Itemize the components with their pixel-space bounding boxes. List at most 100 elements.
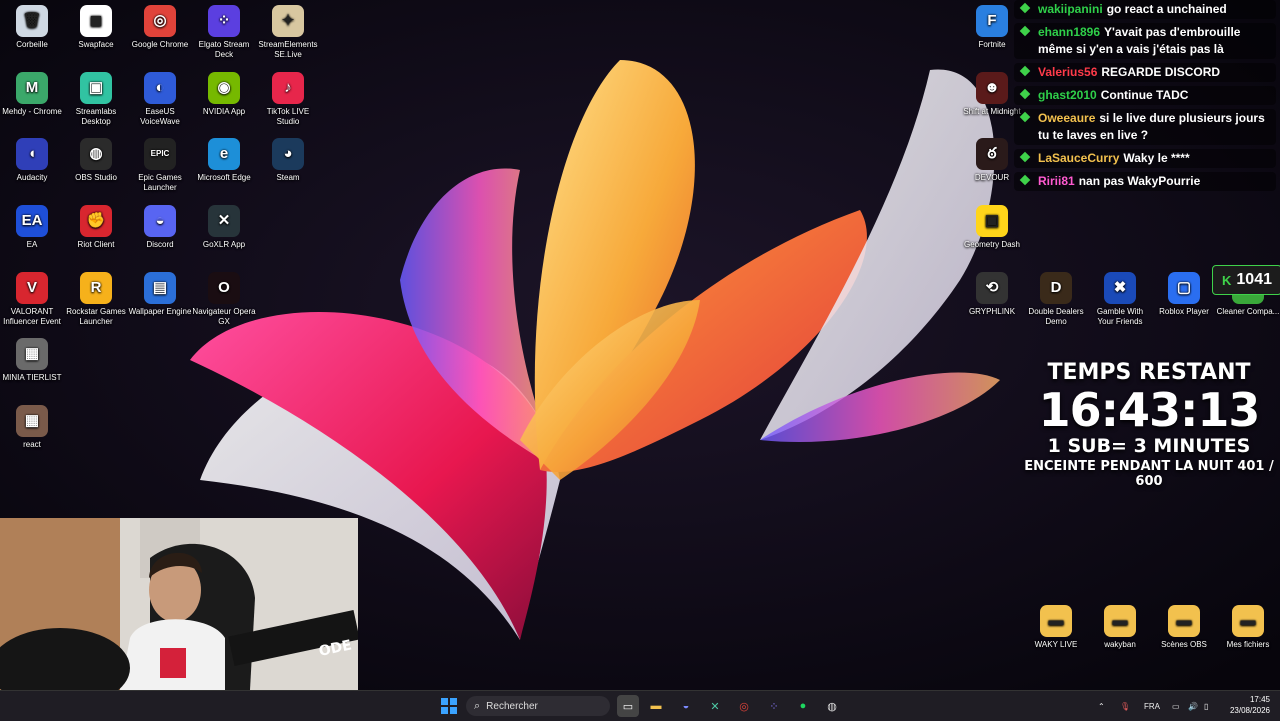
desktop-icon-corbeille[interactable]: 🗑 Corbeille [0, 5, 64, 50]
desktop-icon-label: Double Dealers Demo [1028, 307, 1084, 326]
desktop-icon-wakyban[interactable]: ▬ wakyban [1088, 605, 1152, 650]
chevron-up-icon: ⌃ [1098, 701, 1105, 711]
desktop-icon-label: Mes fichiers [1226, 640, 1270, 649]
taskbar-search[interactable]: ⌕ Rechercher [466, 696, 610, 716]
desktop-icon-mehdy-chrome[interactable]: M Mehdy - Chrome [0, 72, 64, 117]
desktop-icon-microsoft-edge[interactable]: e Microsoft Edge [192, 138, 256, 183]
stream-deck-taskbar-button[interactable]: ⁘ [763, 695, 785, 717]
language-indicator[interactable]: FRA [1144, 691, 1160, 721]
obs-taskbar-button[interactable]: ◍ [821, 695, 843, 717]
audacity-icon: ◖ [16, 138, 48, 170]
goxlr-icon: ✕ [208, 205, 240, 237]
goxlr-taskbar-button[interactable]: ✕ [704, 695, 726, 717]
sub-counter-value: 1041 [1236, 271, 1272, 288]
opera-gx-icon: O [208, 272, 240, 304]
recycle-bin-icon: 🗑 [16, 5, 48, 37]
start-button[interactable] [438, 695, 460, 717]
folder-icon: ▬ [650, 700, 662, 712]
desktop-icon-scenes-obs[interactable]: ▬ Scènes OBS [1152, 605, 1216, 650]
spotify-taskbar-button[interactable]: ● [792, 695, 814, 717]
task-view-icon: ▭ [622, 700, 634, 713]
desktop-icon-streamlabs-desktop[interactable]: ▣ Streamlabs Desktop [64, 72, 128, 127]
tray-overflow-button[interactable]: ⌃ [1098, 691, 1105, 721]
desktop-icon-elgato-stream-deck[interactable]: ⁘ Elgato Stream Deck [192, 5, 256, 60]
chat-username: Oweeaure [1038, 111, 1096, 125]
desktop-icon-label: Corbeille [16, 40, 48, 49]
desktop-icon-epic-games-launcher[interactable]: EPIC Epic Games Launcher [128, 138, 192, 193]
subathon-timer: TEMPS RESTANT 16:43:13 1 SUB= 3 MINUTES … [1018, 360, 1280, 489]
desktop-icon-navigateur-opera-gx[interactable]: O Navigateur Opera GX [192, 272, 256, 327]
desktop-icon-label: EaseUS VoiceWave [140, 107, 180, 126]
desktop-icon-label: Scènes OBS [1161, 640, 1207, 649]
folder-icon: ▬ [1232, 605, 1264, 637]
desktop-icon-steam[interactable]: ◕ Steam [256, 138, 320, 183]
network-tray[interactable]: ▭ [1172, 691, 1180, 721]
desktop-icon-geometry-dash[interactable]: ▣ Geometry Dash [960, 205, 1024, 250]
gryphlink-icon: ⟲ [976, 272, 1008, 304]
desktop-icon-gamble-with-your-friends[interactable]: ✖ Gamble With Your Friends [1088, 272, 1152, 327]
chat-badge-icon [1019, 111, 1031, 123]
desktop-icon-goxlr-app[interactable]: ✕ GoXLR App [192, 205, 256, 250]
game-icon: ☻ [976, 72, 1008, 104]
riot-icon: ✊ [80, 205, 112, 237]
task-view-button[interactable]: ▭ [617, 695, 639, 717]
search-icon: ⌕ [474, 699, 481, 712]
chat-badge-icon [1019, 88, 1031, 100]
search-placeholder: Rechercher [486, 700, 538, 712]
desktop-icon-double-dealers-demo[interactable]: D Double Dealers Demo [1024, 272, 1088, 327]
desktop-icon-gryphlink[interactable]: ⟲ GRYPHLINK [960, 272, 1024, 317]
desktop-icon-nvidia-app[interactable]: ◉ NVIDIA App [192, 72, 256, 117]
desktop-icon-easeus-voicewave[interactable]: ◐ EaseUS VoiceWave [128, 72, 192, 127]
desktop-icon-wallpaper-engine[interactable]: ▤ Wallpaper Engine [128, 272, 192, 317]
desktop-icon-tiktok-live-studio[interactable]: ♪ TikTok LIVE Studio [256, 72, 320, 127]
obs-icon: ◍ [827, 700, 837, 713]
desktop-icon-waky-live[interactable]: ▬ WAKY LIVE [1024, 605, 1088, 650]
desktop-icon-label: Swapface [78, 40, 114, 49]
volume-tray[interactable]: 🔊 [1188, 691, 1198, 721]
microphone-tray[interactable]: 🎙 [1120, 691, 1130, 721]
desktop-icon-label: WAKY LIVE [1034, 640, 1078, 649]
image-thumbnail-icon: ▦ [16, 338, 48, 370]
file-explorer-button[interactable]: ▬ [645, 695, 667, 717]
chrome-taskbar-button[interactable]: ◎ [733, 695, 755, 717]
discord-icon: ◒ [682, 700, 690, 712]
desktop-icon-discord[interactable]: ◒ Discord [128, 205, 192, 250]
chat-message: ehann1896 Y'avait pas d'embrouille même s… [1014, 23, 1276, 59]
desktop-icon-riot-client[interactable]: ✊ Riot Client [64, 205, 128, 250]
clock-date: 23/08/2026 [1229, 706, 1270, 715]
voicewave-icon: ◐ [144, 72, 176, 104]
desktop-icon-label: react [23, 440, 41, 449]
windows-logo-icon [441, 698, 457, 714]
goxlr-icon: ✕ [710, 700, 720, 713]
discord-taskbar-button[interactable]: ◒ [675, 695, 697, 717]
desktop-icon-label: Wallpaper Engine [128, 307, 192, 316]
folder-icon: ▬ [1168, 605, 1200, 637]
desktop-icon-label: wakyban [1104, 640, 1136, 649]
desktop-icon-roblox-player[interactable]: ▢ Roblox Player [1152, 272, 1216, 317]
desktop-icon-react[interactable]: ▦ react [0, 405, 64, 450]
chat-badge-icon [1019, 151, 1031, 163]
chat-username: ehann1896 [1038, 25, 1101, 39]
language-label: FRA [1144, 701, 1160, 711]
taskbar-clock[interactable]: 17:45 23/08/2026 [1230, 694, 1270, 716]
wallpaper-engine-icon: ▤ [144, 272, 176, 304]
desktop-icon-obs-studio[interactable]: ◍ OBS Studio [64, 138, 128, 183]
desktop-icon-audacity[interactable]: ◖ Audacity [0, 138, 64, 183]
desktop-icon-label: NVIDIA App [202, 107, 246, 116]
desktop-icon-label: EA [26, 240, 38, 249]
battery-tray[interactable]: ▯ [1204, 691, 1208, 721]
chat-text: Waky le **** [1123, 151, 1190, 165]
desktop-icon-google-chrome[interactable]: ◎ Google Chrome [128, 5, 192, 50]
desktop-icon-swapface[interactable]: ◼ Swapface [64, 5, 128, 50]
desktop-icon-valorant-influencer-event[interactable]: V VALORANT Influencer Event [0, 272, 64, 327]
desktop-icon-rockstar-games-launcher[interactable]: R Rockstar Games Launcher [64, 272, 128, 327]
desktop-icon-minia-tierlist[interactable]: ▦ MINIA TIERLIST [0, 338, 64, 383]
webcam-feed: ODE [0, 518, 358, 690]
discord-icon: ◒ [144, 205, 176, 237]
desktop-icon-ea[interactable]: EA EA [0, 205, 64, 250]
swapface-icon: ◼ [80, 5, 112, 37]
desktop-icon-streamelements[interactable]: ✦ StreamElements SE.Live [256, 5, 320, 60]
chat-username: Ririi81 [1038, 174, 1075, 188]
desktop-icon-mes-fichiers[interactable]: ▬ Mes fichiers [1216, 605, 1280, 650]
chat-username: ghast2010 [1038, 88, 1097, 102]
